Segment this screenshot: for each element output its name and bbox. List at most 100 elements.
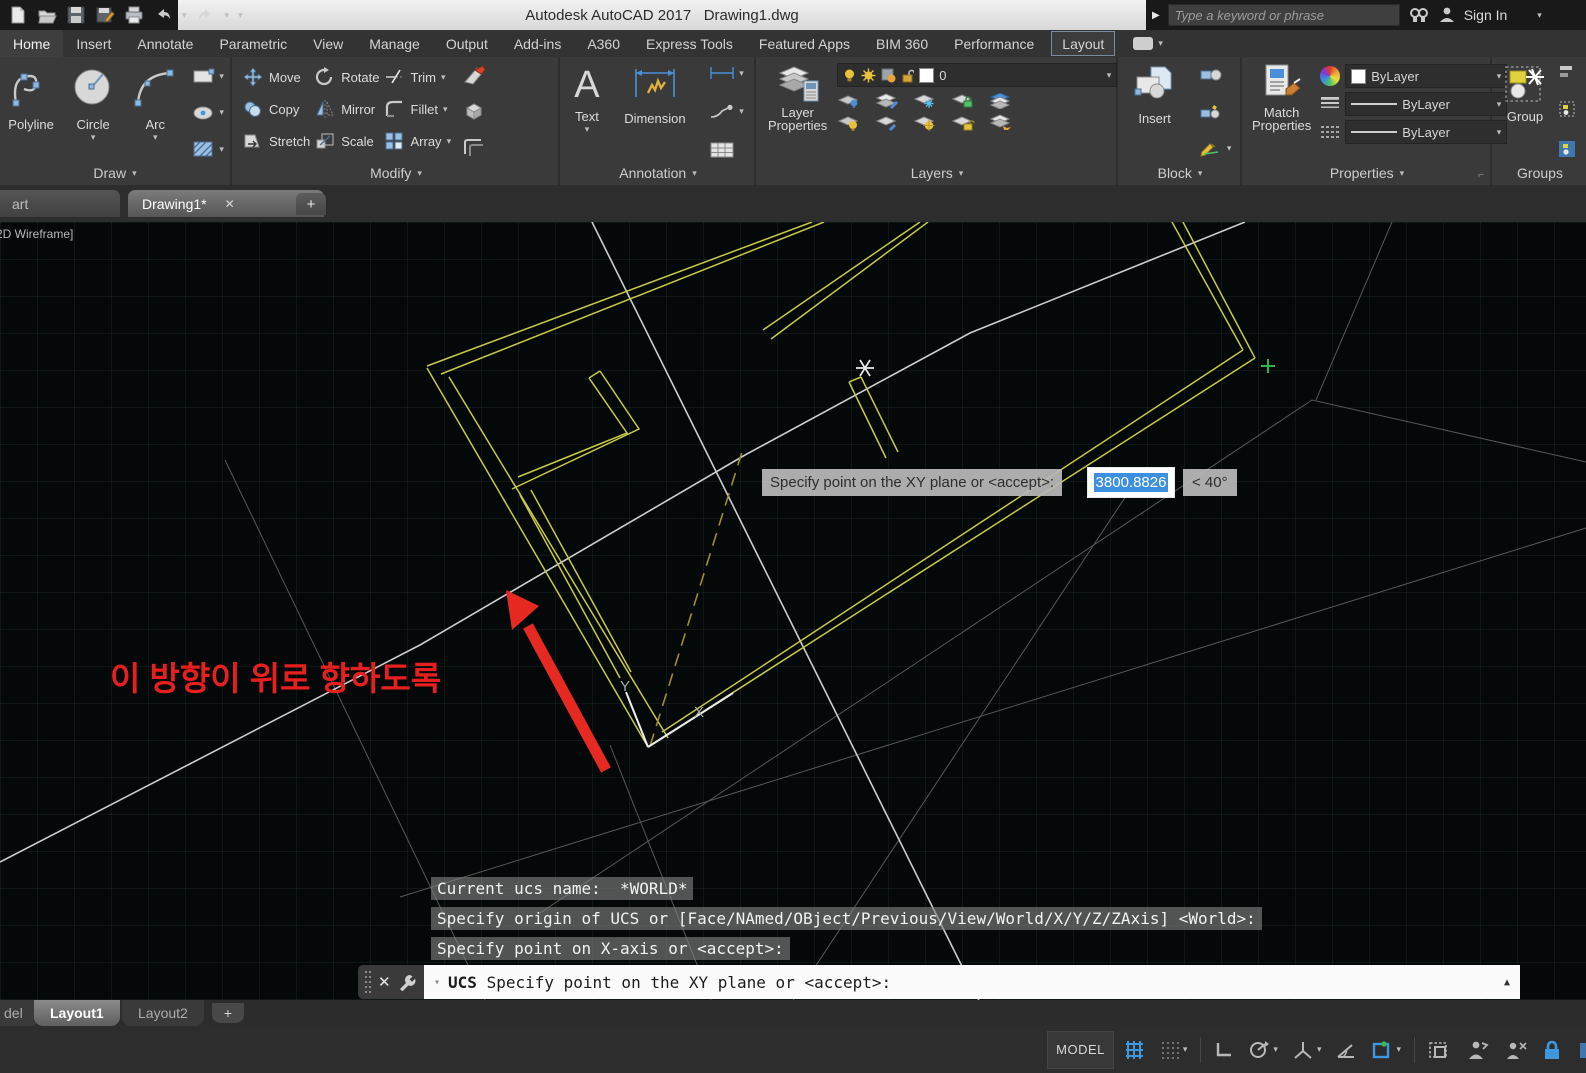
- ribbon-minimize-button[interactable]: ▾: [1133, 30, 1163, 57]
- linetype-select[interactable]: ByLayer ▾: [1345, 120, 1508, 144]
- search-input[interactable]: [1167, 4, 1400, 26]
- tab-layout1[interactable]: Layout1: [34, 1000, 120, 1026]
- command-line-handle[interactable]: ✕: [358, 965, 424, 999]
- command-input[interactable]: ▾ UCS Specify point on the XY plane or <…: [424, 965, 1520, 999]
- command-grip-icon[interactable]: [365, 971, 371, 993]
- annotation-visibility-button[interactable]: [1424, 1036, 1456, 1064]
- recent-commands-icon[interactable]: ▾: [434, 977, 440, 988]
- model-space-button[interactable]: MODEL: [1047, 1030, 1114, 1069]
- undo-dropdown-icon[interactable]: ▾: [182, 10, 187, 21]
- rectangle-dropdown-icon[interactable]: ▾: [219, 71, 224, 82]
- layer-viewport-freeze-icon[interactable]: [913, 114, 937, 131]
- ortho-mode-button[interactable]: [1210, 1036, 1238, 1064]
- object-snap-tracking-button[interactable]: [1331, 1036, 1361, 1064]
- arc-button[interactable]: Arc ▾: [128, 61, 182, 161]
- fillet-dropdown-icon[interactable]: ▾: [443, 104, 448, 115]
- drawing-canvas[interactable]: 2D Wireframe] Y X Specify point on the X…: [0, 222, 1586, 1000]
- mirror-button[interactable]: Mirror: [314, 93, 379, 125]
- scale-button[interactable]: Scale: [314, 125, 379, 157]
- snap-dropdown-icon[interactable]: ▾: [1183, 1044, 1188, 1055]
- define-attributes-icon[interactable]: [1198, 102, 1232, 122]
- polar-tracking-button[interactable]: ▾: [1244, 1036, 1282, 1064]
- tab-insert[interactable]: Insert: [63, 30, 124, 57]
- layer-lock-icon[interactable]: [951, 92, 975, 109]
- layer-match-icon[interactable]: [989, 92, 1013, 109]
- plot-icon[interactable]: [124, 5, 144, 25]
- circle-button[interactable]: Circle ▾: [66, 61, 120, 161]
- search-icon[interactable]: [1408, 6, 1430, 24]
- sign-in-button[interactable]: Sign In: [1464, 7, 1508, 23]
- text-dropdown-icon[interactable]: ▾: [585, 124, 590, 135]
- fillet-button[interactable]: Fillet ▾: [384, 93, 452, 125]
- tab-model[interactable]: del: [0, 1000, 39, 1026]
- move-button[interactable]: Move: [242, 61, 310, 93]
- hatch-dropdown-icon[interactable]: ▾: [219, 144, 224, 155]
- tab-featured-apps[interactable]: Featured Apps: [746, 30, 863, 57]
- file-tab-close-icon[interactable]: ✕: [225, 197, 235, 211]
- tab-home[interactable]: Home: [0, 30, 64, 57]
- layer-off-icon[interactable]: [837, 114, 861, 131]
- save-as-icon[interactable]: [95, 5, 115, 25]
- array-dropdown-icon[interactable]: ▾: [447, 136, 452, 147]
- panel-label-draw[interactable]: Draw ▾: [0, 163, 230, 183]
- redo-icon[interactable]: [196, 5, 216, 25]
- file-tab-start[interactable]: art: [0, 190, 120, 217]
- trim-button[interactable]: Trim ▾: [384, 61, 452, 93]
- qat-customize-icon[interactable]: ▾: [238, 10, 243, 21]
- rotate-button[interactable]: Rotate: [314, 61, 380, 93]
- linetype-icon[interactable]: [1320, 124, 1340, 140]
- command-history-toggle-icon[interactable]: ▲: [1504, 977, 1510, 988]
- leader-icon[interactable]: [708, 104, 736, 120]
- tab-a360[interactable]: A360: [574, 30, 633, 57]
- explode-tool-icon[interactable]: [461, 100, 487, 122]
- tab-annotate[interactable]: Annotate: [124, 30, 206, 57]
- circle-dropdown-icon[interactable]: ▾: [91, 132, 96, 143]
- open-icon[interactable]: [37, 5, 57, 25]
- new-layout-button[interactable]: +: [212, 1003, 244, 1023]
- layer-freeze-icon[interactable]: [913, 92, 937, 109]
- snap-mode-button[interactable]: ▾: [1156, 1036, 1192, 1064]
- tab-parametric[interactable]: Parametric: [206, 30, 300, 57]
- command-customize-icon[interactable]: [398, 973, 416, 991]
- match-properties-button[interactable]: Match Properties: [1248, 61, 1315, 161]
- trim-dropdown-icon[interactable]: ▾: [441, 72, 446, 83]
- lineweight-icon[interactable]: [1320, 96, 1340, 112]
- panel-label-groups[interactable]: Groups: [1494, 163, 1586, 183]
- command-close-icon[interactable]: ✕: [378, 973, 391, 991]
- signin-dropdown-icon[interactable]: ▾: [1537, 10, 1542, 21]
- leader-dropdown-icon[interactable]: ▾: [739, 106, 744, 117]
- insert-button[interactable]: Insert: [1127, 61, 1183, 161]
- linear-dim-icon[interactable]: [708, 65, 736, 81]
- layer-state-icon[interactable]: [989, 114, 1013, 131]
- tab-express-tools[interactable]: Express Tools: [633, 30, 746, 57]
- table-icon[interactable]: [708, 142, 736, 158]
- dim-dropdown-icon[interactable]: ▾: [739, 68, 744, 79]
- annotation-scale-button[interactable]: [1500, 1036, 1532, 1064]
- panel-label-properties[interactable]: Properties ▾ ⌐: [1244, 163, 1490, 183]
- ellipse-dropdown-icon[interactable]: ▾: [219, 107, 224, 118]
- tab-layout[interactable]: Layout: [1051, 31, 1116, 56]
- offset-tool-icon[interactable]: [461, 136, 487, 158]
- panel-label-block[interactable]: Block ▾: [1120, 163, 1240, 183]
- tab-add-ins[interactable]: Add-ins: [501, 30, 574, 57]
- grid-display-button[interactable]: [1120, 1036, 1150, 1064]
- layer-properties-button[interactable]: Layer Properties: [764, 61, 831, 161]
- undo-icon[interactable]: [153, 5, 173, 25]
- isolate-objects-button[interactable]: [1572, 1036, 1586, 1064]
- osnap-dropdown-icon[interactable]: ▾: [1396, 1044, 1401, 1055]
- isometric-drafting-button[interactable]: ▾: [1288, 1036, 1326, 1064]
- ellipse-tool-icon[interactable]: [192, 104, 216, 122]
- iso-dropdown-icon[interactable]: ▾: [1317, 1044, 1322, 1055]
- new-icon[interactable]: [8, 5, 28, 25]
- object-snap-button[interactable]: ▾: [1367, 1036, 1405, 1064]
- ui-lock-button[interactable]: [1538, 1036, 1566, 1064]
- create-block-icon[interactable]: [1198, 65, 1232, 85]
- file-tab-drawing1[interactable]: Drawing1* ✕: [128, 190, 324, 217]
- redo-dropdown-icon[interactable]: ▾: [225, 10, 230, 21]
- copy-button[interactable]: Copy: [242, 93, 310, 125]
- panel-label-layers[interactable]: Layers ▾: [758, 163, 1116, 183]
- group-edit-icon[interactable]: [1558, 101, 1578, 117]
- dimension-button[interactable]: Dimension: [620, 61, 689, 161]
- arc-dropdown-icon[interactable]: ▾: [153, 132, 158, 143]
- panel-label-modify[interactable]: Modify ▾: [234, 163, 558, 183]
